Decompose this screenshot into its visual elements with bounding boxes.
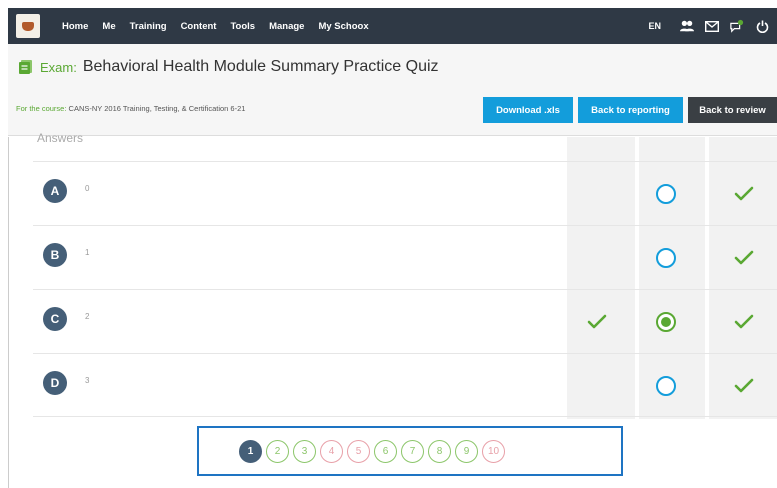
page-3-button[interactable]: 3: [293, 439, 316, 463]
nav-manage[interactable]: Manage: [269, 21, 304, 32]
nav-training[interactable]: Training: [130, 21, 167, 32]
answer-row-b: B 1: [33, 225, 777, 289]
download-xls-button[interactable]: Download .xls: [483, 97, 573, 123]
page-title: Behavioral Health Module Summary Practic…: [82, 58, 439, 75]
selection-radio: [654, 374, 678, 398]
check-icon: [732, 246, 756, 270]
page-4-button[interactable]: 4: [320, 439, 343, 463]
page-2-button[interactable]: 2: [266, 439, 289, 463]
answer-letter-badge: B: [43, 243, 67, 267]
page-10-button[interactable]: 10: [482, 439, 505, 463]
nav-home[interactable]: Home: [62, 21, 88, 32]
user-answer-check-icon: [585, 310, 609, 334]
back-to-reporting-button[interactable]: Back to reporting: [578, 97, 683, 123]
answers-header: Answers: [37, 131, 84, 145]
answer-row-d: D 3: [33, 353, 777, 417]
page-5-button[interactable]: 5: [347, 439, 370, 463]
answer-letter-badge: A: [43, 179, 67, 203]
selection-radio: [654, 310, 678, 334]
nav-my-schoox[interactable]: My Schoox: [318, 21, 368, 32]
language-selector[interactable]: EN: [648, 21, 661, 31]
chat-icon[interactable]: [730, 19, 744, 33]
exam-header: Exam: Behavioral Health Module Summary P…: [8, 44, 777, 136]
radio-unselected-icon: [656, 376, 676, 396]
nav-tools[interactable]: Tools: [230, 21, 255, 32]
top-nav-bar: Home Me Training Content Tools Manage My…: [8, 8, 777, 44]
nav-content[interactable]: Content: [181, 21, 217, 32]
page: Home Me Training Content Tools Manage My…: [0, 0, 777, 488]
radio-unselected-icon: [656, 184, 676, 204]
nav-me[interactable]: Me: [102, 21, 115, 32]
course-label: For the course:: [16, 104, 67, 113]
answer-letter-badge: C: [43, 307, 67, 331]
back-to-review-button[interactable]: Back to review: [688, 97, 777, 123]
exam-label: Exam:: [40, 59, 77, 75]
exam-title-row: Exam: Behavioral Health Module Summary P…: [18, 58, 439, 76]
main-nav: Home Me Training Content Tools Manage My…: [62, 21, 369, 32]
answers-panel: Answers A 0 B 1 C 2 D 3 1 2 3 4 5 6 7 8 …: [8, 131, 777, 488]
answer-text: 2: [85, 312, 90, 321]
course-name[interactable]: CANS-NY 2016 Training, Testing, & Certif…: [69, 104, 246, 113]
power-icon[interactable]: [755, 19, 769, 33]
answer-letter-badge: D: [43, 371, 67, 395]
page-9-button[interactable]: 9: [455, 439, 478, 463]
answer-row-c: C 2: [33, 289, 777, 353]
answer-text: 0: [85, 184, 90, 193]
selection-radio: [654, 246, 678, 270]
answer-row-a: A 0: [33, 161, 777, 225]
radio-unselected-icon: [656, 248, 676, 268]
radio-selected-icon: [656, 312, 676, 332]
check-icon: [732, 310, 756, 334]
course-info: For the course: CANS-NY 2016 Training, T…: [16, 104, 256, 114]
exam-icon: [18, 59, 34, 75]
top-right-tools: EN: [648, 8, 769, 44]
users-icon[interactable]: [680, 19, 694, 33]
page-7-button[interactable]: 7: [401, 439, 424, 463]
logo-icon[interactable]: [16, 14, 40, 38]
answer-text: 1: [85, 248, 90, 257]
check-icon: [732, 374, 756, 398]
check-icon: [732, 182, 756, 206]
selection-radio: [654, 182, 678, 206]
page-6-button[interactable]: 6: [374, 439, 397, 463]
mail-icon[interactable]: [705, 19, 719, 33]
page-1-button[interactable]: 1: [239, 439, 262, 463]
question-pagination: 1 2 3 4 5 6 7 8 9 10: [197, 426, 623, 476]
answer-text: 3: [85, 376, 90, 385]
page-8-button[interactable]: 8: [428, 439, 451, 463]
